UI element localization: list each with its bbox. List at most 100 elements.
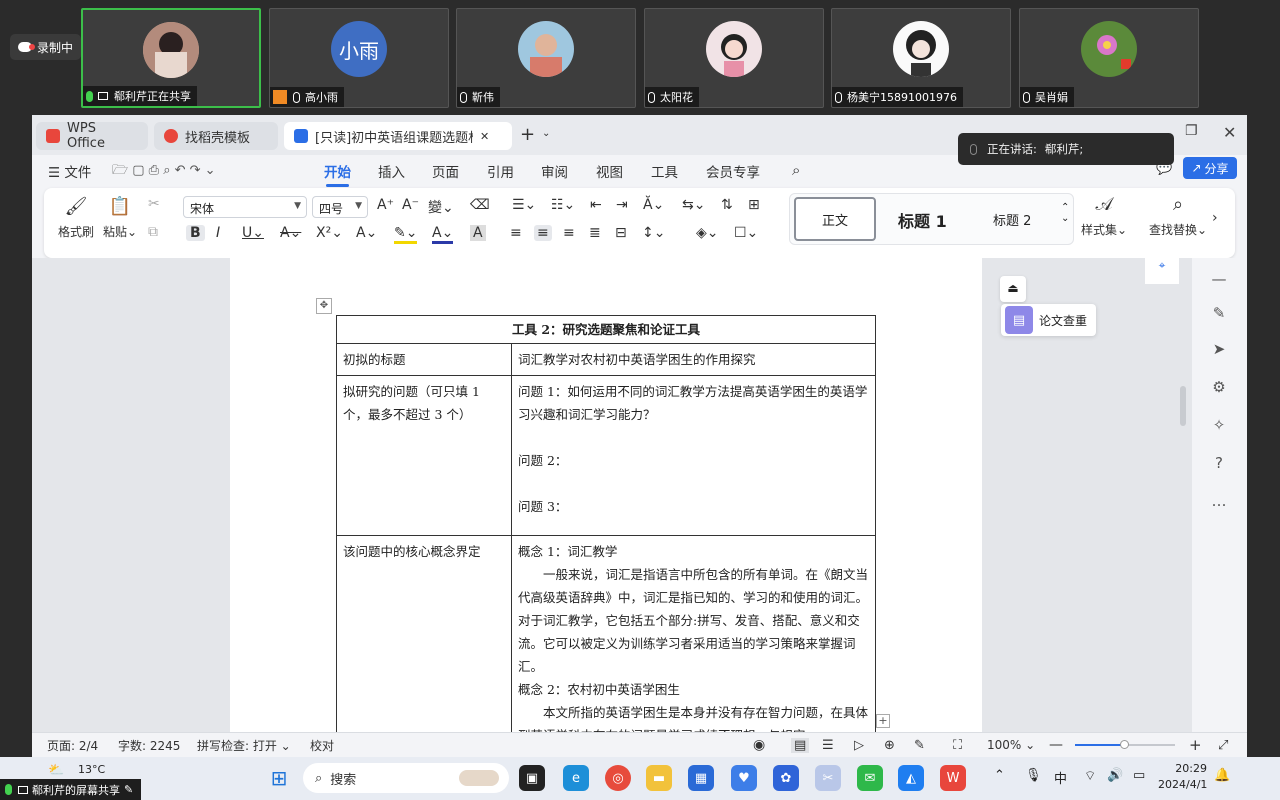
menu-page[interactable]: 页面 bbox=[432, 161, 459, 181]
file-menu[interactable]: ☰ 文件 bbox=[48, 161, 91, 181]
new-tab-icon[interactable]: + bbox=[520, 124, 535, 145]
line-break-icon[interactable]: ⇆⌄ bbox=[682, 197, 705, 213]
menu-view[interactable]: 视图 bbox=[596, 161, 623, 181]
find-replace-button[interactable]: ⌕ 查找替换⌄ bbox=[1148, 194, 1208, 238]
menu-review[interactable]: 审阅 bbox=[541, 161, 568, 181]
style-scroll-icon[interactable]: ⌃ ⌄ bbox=[1061, 202, 1069, 224]
zoom-select[interactable]: 100% ⌄ bbox=[987, 738, 1035, 752]
pen-icon[interactable]: ✎ bbox=[1210, 304, 1228, 322]
italic-icon[interactable]: I bbox=[216, 225, 220, 241]
task-view-icon[interactable]: ▣ bbox=[519, 765, 545, 791]
pinyin-guide-icon[interactable]: 變⌄ bbox=[428, 197, 454, 217]
menu-member[interactable]: 会员专享 bbox=[706, 161, 760, 181]
proofread-button[interactable]: 校对 bbox=[310, 737, 334, 754]
participant-tile[interactable]: 杨美宁15891001976 bbox=[831, 8, 1011, 108]
wps-taskbar-icon[interactable]: W bbox=[940, 765, 966, 791]
align-right-icon[interactable]: ≡ bbox=[563, 225, 575, 241]
underline-icon[interactable]: U⌄ bbox=[242, 225, 264, 241]
battery-icon[interactable]: ▭ bbox=[1133, 768, 1145, 783]
row-value-concepts[interactable]: 概念 1：词汇教学 一般来说，词汇是指语言中所包含的所有单词。在《朗文当代高级英… bbox=[511, 535, 876, 732]
write-mode-icon[interactable]: ✎ bbox=[914, 738, 925, 753]
text-effect-icon[interactable]: A⌄ bbox=[356, 225, 377, 241]
align-center-icon[interactable]: ≡ bbox=[534, 225, 552, 241]
style-heading-1[interactable]: 标题 1 bbox=[898, 208, 947, 232]
security-shield-icon[interactable]: ♥ bbox=[731, 765, 757, 791]
borders-icon[interactable]: ☐⌄ bbox=[734, 225, 758, 241]
outline-view-icon[interactable]: ☰ bbox=[822, 738, 834, 753]
web-view-icon[interactable]: ⊕ bbox=[884, 738, 895, 753]
tencent-meeting-icon[interactable]: ◭ bbox=[898, 765, 924, 791]
format-painter-button[interactable]: 🖌 格式刷 bbox=[56, 196, 96, 240]
numbered-list-icon[interactable]: ☷⌄ bbox=[551, 197, 575, 213]
row-value-title[interactable]: 词汇教学对农村初中英语学困生的作用探究 bbox=[511, 343, 876, 376]
tab-document[interactable]: [只读]初中英语组课题选题材料 ✕ bbox=[284, 122, 512, 150]
weather-temp[interactable]: 13°C bbox=[78, 763, 105, 776]
play-icon[interactable]: ▷ bbox=[854, 738, 864, 753]
text-direction-icon[interactable]: Ă⌄ bbox=[643, 197, 664, 213]
tab-list-chevron-icon[interactable]: ⌄ bbox=[542, 128, 550, 139]
paste-button[interactable]: 📋 粘贴⌄ bbox=[100, 196, 140, 240]
collapse-panel-icon[interactable]: ⏏ bbox=[1000, 276, 1026, 302]
increase-indent-icon[interactable]: ⇥ bbox=[616, 197, 628, 213]
help-icon[interactable]: ? bbox=[1210, 454, 1228, 472]
spellcheck-toggle[interactable]: 拼写检查: 打开 ⌄ bbox=[197, 737, 291, 754]
zoom-slider[interactable] bbox=[1075, 740, 1175, 749]
font-size-select[interactable]: 四号 ▼ bbox=[312, 196, 368, 218]
wechat-icon[interactable]: ✉ bbox=[857, 765, 883, 791]
clear-format-icon[interactable]: ⌫ bbox=[470, 197, 490, 213]
select-cursor-icon[interactable]: ➤ bbox=[1210, 340, 1228, 358]
fullscreen-icon[interactable]: ⤢ bbox=[1218, 738, 1228, 753]
ribbon-next-icon[interactable]: › bbox=[1212, 210, 1218, 226]
screenshare-badge[interactable]: 郗利芹的屏幕共享 ✎ bbox=[0, 779, 141, 800]
align-left-icon[interactable]: ≡ bbox=[510, 225, 522, 241]
decrease-indent-icon[interactable]: ⇤ bbox=[590, 197, 602, 213]
sort-icon[interactable]: ⇅ bbox=[721, 197, 733, 213]
style-heading-2[interactable]: 标题 2 bbox=[993, 210, 1031, 229]
participant-tile[interactable]: 吴肖娟 bbox=[1019, 8, 1199, 108]
wifi-icon[interactable]: ⌔ bbox=[1084, 768, 1096, 784]
justify-icon[interactable]: ≣ bbox=[589, 225, 601, 241]
windows-start-icon[interactable]: ⊞ bbox=[266, 765, 292, 791]
taskbar-search[interactable]: ⌕ 搜索 bbox=[303, 763, 509, 793]
baidu-netdisk-icon[interactable]: ✿ bbox=[773, 765, 799, 791]
superscript-icon[interactable]: X²⌄ bbox=[316, 225, 343, 241]
tab-template[interactable]: 找稻壳模板 bbox=[154, 122, 278, 150]
chrome-browser-icon[interactable]: ◎ bbox=[605, 765, 631, 791]
style-set-button[interactable]: 𝒜 样式集⌄ bbox=[1080, 194, 1128, 238]
participant-tile[interactable]: 小雨 高小雨 bbox=[269, 8, 449, 108]
clock-time[interactable]: 20:29 bbox=[1175, 762, 1207, 775]
vertical-scrollbar[interactable] bbox=[1180, 386, 1186, 426]
highlight-icon[interactable]: ✎⌄ bbox=[394, 225, 418, 244]
file-explorer-icon[interactable]: ▬ bbox=[646, 765, 672, 791]
add-row-icon[interactable]: + bbox=[876, 714, 890, 728]
paper-check-panel[interactable]: ▤ 论文查重 bbox=[1001, 304, 1096, 336]
snipping-tool-icon[interactable]: ✂ bbox=[815, 765, 841, 791]
ime-indicator[interactable]: 中 bbox=[1054, 768, 1067, 787]
table-move-handle-icon[interactable]: ✥ bbox=[316, 298, 332, 314]
zoom-in-icon[interactable]: + bbox=[1189, 736, 1202, 754]
document-page[interactable]: ✥ 工具 2：研究选题聚焦和论证工具 初拟的标题 词汇教学对农村初中英语学困生的… bbox=[230, 258, 982, 732]
participant-tile[interactable]: 郗利芹正在共享 bbox=[81, 8, 261, 108]
char-shading-icon[interactable]: A bbox=[470, 225, 486, 241]
distribute-icon[interactable]: ⊟ bbox=[615, 225, 627, 241]
word-count[interactable]: 字数: 2245 bbox=[118, 737, 180, 754]
restore-window-icon[interactable]: ❐ bbox=[1185, 123, 1198, 139]
style-normal[interactable]: 正文 bbox=[794, 197, 876, 241]
shading-icon[interactable]: ◈⌄ bbox=[696, 225, 719, 241]
more-icon[interactable]: … bbox=[1210, 492, 1228, 510]
menu-reference[interactable]: 引用 bbox=[487, 161, 514, 181]
microsoft-store-icon[interactable]: ▦ bbox=[688, 765, 714, 791]
fit-page-icon[interactable]: ⛶ bbox=[953, 738, 962, 753]
menu-home[interactable]: 开始 bbox=[324, 161, 351, 187]
close-window-icon[interactable]: ✕ bbox=[1223, 123, 1236, 142]
quick-access-toolbar[interactable]: 🗁 ▢ ⎙ ⌕ ↶ ↷ ⌄ bbox=[112, 161, 216, 183]
minus-icon[interactable]: — bbox=[1210, 270, 1228, 288]
notification-bell-icon[interactable]: 🔔 bbox=[1214, 768, 1230, 783]
show-marks-icon[interactable]: ⊞ bbox=[748, 197, 760, 213]
strikethrough-icon[interactable]: A⌄ bbox=[280, 225, 301, 241]
tools-icon[interactable]: ✧ bbox=[1210, 416, 1228, 434]
grow-font-icon[interactable]: A⁺ bbox=[377, 197, 394, 213]
recording-indicator[interactable]: 录制中 bbox=[10, 34, 82, 60]
cut-icon[interactable]: ✂ bbox=[148, 196, 160, 212]
font-name-select[interactable]: 宋体 ▼ bbox=[183, 196, 307, 218]
